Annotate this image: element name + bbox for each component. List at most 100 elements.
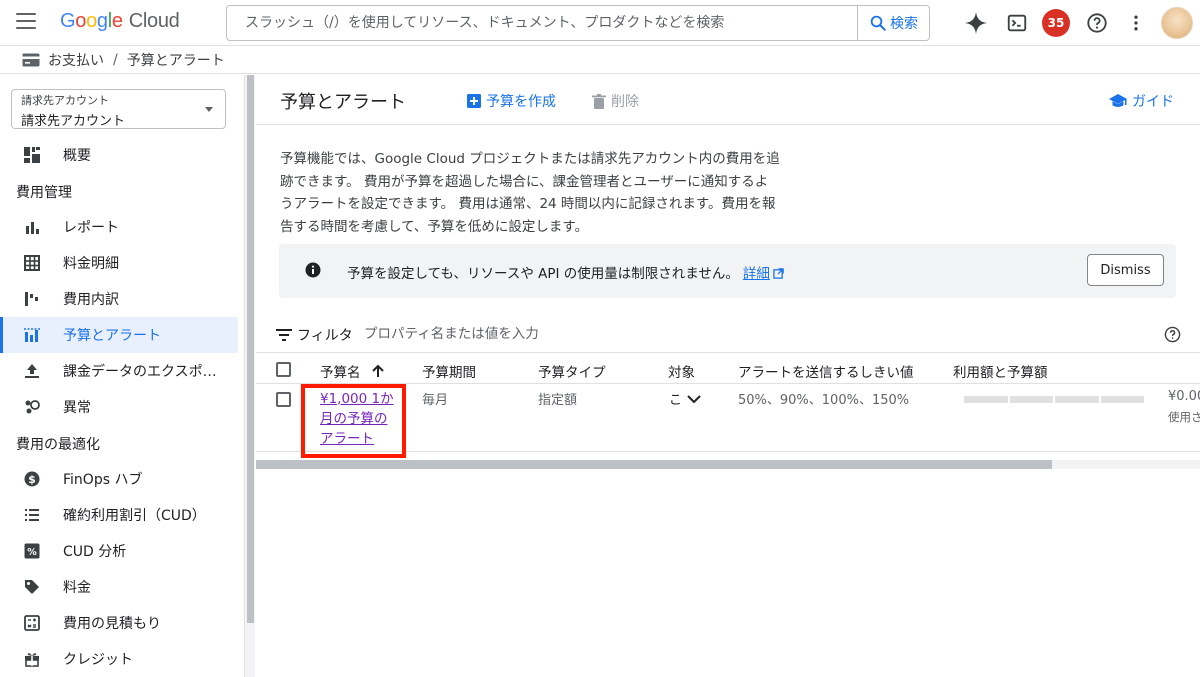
column-header-thresholds[interactable]: アラートを送信するしきい値: [738, 361, 914, 381]
sidebar-item-billing-export[interactable]: 課金データのエクスポ…: [0, 353, 238, 389]
delete-label: 削除: [611, 94, 639, 110]
table-horizontal-scrollbar-thumb[interactable]: [256, 460, 1052, 469]
delete-button[interactable]: 削除: [592, 91, 639, 111]
usage-amount-sub: 使用さ: [1168, 410, 1200, 424]
main-content: 予算とアラート 予算を作成 削除 ガイド 予算機能では、Google Cloud…: [256, 75, 1200, 677]
filter-list-icon: [276, 329, 292, 341]
info-message: 予算を設定しても、リソースや API の使用量は制限されません。 詳細: [347, 262, 784, 282]
sidebar-item-cud-analysis[interactable]: % CUD 分析: [0, 533, 238, 569]
column-header-period[interactable]: 予算期間: [422, 361, 476, 381]
filter-input[interactable]: [364, 320, 964, 348]
sidebar-item-label: 確約利用割引（CUD）: [63, 508, 206, 524]
description-line: 告する時間を考慮して、予算を低めに設定します。: [280, 218, 589, 235]
sidebar-item-label: 費用の見積もり: [63, 616, 161, 632]
info-message-text: 予算を設定しても、リソースや API の使用量は制限されません。: [347, 266, 739, 282]
avatar[interactable]: [1161, 7, 1193, 39]
cloud-shell-icon[interactable]: [1005, 11, 1029, 35]
sidebar-item-cost-breakdown[interactable]: 費用内訳: [0, 281, 238, 317]
sidebar-item-cost-table[interactable]: 料金明細: [0, 245, 238, 281]
description-line: 予算機能では、Google Cloud プロジェクトまたは請求先アカウント内の費…: [280, 151, 780, 167]
breadcrumb: お支払い / 予算とアラート: [0, 47, 1200, 74]
sidebar-scrollbar-thumb[interactable]: [247, 75, 254, 623]
sidebar-item-label: 課金データのエクスポ…: [63, 364, 217, 380]
table-help-icon[interactable]: [1164, 326, 1181, 347]
usage-amount: ¥0.00: [1168, 389, 1200, 404]
description: 予算機能では、Google Cloud プロジェクトまたは請求先アカウント内の費…: [280, 148, 800, 238]
page-title: 予算とアラート: [280, 92, 406, 113]
sidebar-item-label: 費用内訳: [63, 292, 119, 308]
learn-more-link[interactable]: 詳細: [743, 266, 784, 282]
open-in-new-icon: [773, 268, 784, 279]
list-icon: [22, 505, 42, 525]
notification-badge[interactable]: 35: [1042, 9, 1070, 37]
menu-icon[interactable]: [16, 13, 36, 33]
alert-thresholds: 50%、90%、100%、150%: [738, 393, 910, 408]
section-cost-management: 費用管理: [16, 185, 72, 201]
anomaly-icon: [22, 397, 42, 417]
description-line: うアラートを設定できます。 費用は通常、24 時間以内に記録されます。費用を報: [280, 196, 776, 212]
sidebar-item-budgets-alerts[interactable]: 予算とアラート: [0, 317, 238, 353]
sidebar-scrollbar[interactable]: [244, 75, 255, 677]
sidebar-item-label: CUD 分析: [63, 544, 127, 560]
target-expand[interactable]: こ: [669, 389, 701, 408]
column-header-usage[interactable]: 利用額と予算額: [953, 361, 1048, 381]
column-header-name[interactable]: 予算名: [320, 361, 385, 381]
target-text: こ: [669, 393, 683, 408]
more-vert-icon[interactable]: [1124, 11, 1148, 35]
sidebar-item-finops-hub[interactable]: $ FinOps ハブ: [0, 461, 238, 497]
create-budget-label: 予算を作成: [486, 94, 556, 110]
add-box-icon: [467, 94, 481, 108]
table-horizontal-scrollbar[interactable]: [256, 460, 1200, 469]
filter-bar: フィルタ: [256, 315, 1200, 353]
row-checkbox[interactable]: [276, 392, 291, 407]
sidebar-item-pricing[interactable]: 料金: [0, 569, 238, 605]
table-header: 予算名 予算期間 予算タイプ 対象 アラートを送信するしきい値 利用額と予算額: [256, 354, 1200, 384]
column-header-target[interactable]: 対象: [668, 361, 695, 381]
search-button-label: 検索: [890, 16, 918, 32]
google-cloud-logo[interactable]: Google Cloud: [60, 10, 180, 33]
top-bar: GoogleCloud 検索 35: [0, 0, 1200, 46]
billing-account-label: 請求先アカウント: [21, 94, 109, 107]
chevron-down-icon: [687, 394, 701, 403]
budget-type: 指定額: [538, 393, 578, 408]
sidebar-item-label: 予算とアラート: [63, 328, 161, 344]
search-input[interactable]: [227, 6, 859, 40]
column-header-type[interactable]: 予算タイプ: [538, 361, 606, 381]
page-header: 予算とアラート 予算を作成 削除 ガイド: [256, 75, 1200, 125]
breadcrumb-billing[interactable]: お支払い: [48, 50, 104, 70]
sidebar-item-credits[interactable]: クレジット: [0, 641, 238, 677]
billing-account-value: 請求先アカウント: [21, 114, 126, 129]
sidebar: 請求先アカウント 請求先アカウント 概要 費用管理 レポート 料金明細 費用内訳…: [0, 75, 244, 677]
table-icon: [22, 253, 42, 273]
school-icon: [1109, 93, 1127, 107]
create-budget-button[interactable]: 予算を作成: [467, 91, 556, 111]
help-icon[interactable]: [1085, 11, 1109, 35]
sidebar-item-label: クレジット: [63, 652, 133, 668]
select-all-checkbox[interactable]: [276, 362, 291, 377]
sidebar-item-label: 料金: [63, 580, 91, 596]
sidebar-item-anomalies[interactable]: 異常: [0, 389, 238, 425]
budget-name-link[interactable]: ¥1,000 1か月の予算のアラート: [320, 389, 396, 449]
sidebar-item-label: FinOps ハブ: [63, 472, 143, 488]
learn-more-label: 詳細: [742, 266, 770, 282]
column-header-name-label: 予算名: [320, 365, 361, 381]
search-button[interactable]: 検索: [857, 6, 929, 40]
sidebar-item-label: 料金明細: [63, 256, 119, 272]
logo-google-text: Google: [60, 10, 123, 32]
trash-icon: [592, 93, 606, 109]
guide-button[interactable]: ガイド: [1109, 91, 1174, 111]
billing-account-select[interactable]: 請求先アカウント 請求先アカウント: [11, 89, 226, 129]
dollar-circle-icon: $: [22, 469, 42, 489]
table-row: ¥1,000 1か月の予算のアラート 毎月 指定額 こ 50%、90%、100%…: [256, 384, 1200, 458]
sidebar-item-reports[interactable]: レポート: [0, 209, 238, 245]
filter-button[interactable]: フィルタ: [276, 325, 353, 345]
gemini-spark-icon[interactable]: [964, 11, 988, 35]
percent-icon: %: [22, 541, 42, 561]
sidebar-item-estimate[interactable]: 費用の見積もり: [0, 605, 238, 641]
filter-label: フィルタ: [297, 328, 353, 344]
sidebar-item-cud[interactable]: 確約利用割引（CUD）: [0, 497, 238, 533]
sidebar-item-overview[interactable]: 概要: [0, 137, 238, 173]
info-banner: 予算を設定しても、リソースや API の使用量は制限されません。 詳細 Dismi…: [279, 244, 1176, 298]
dismiss-button[interactable]: Dismiss: [1087, 254, 1164, 286]
guide-label: ガイド: [1132, 94, 1174, 110]
